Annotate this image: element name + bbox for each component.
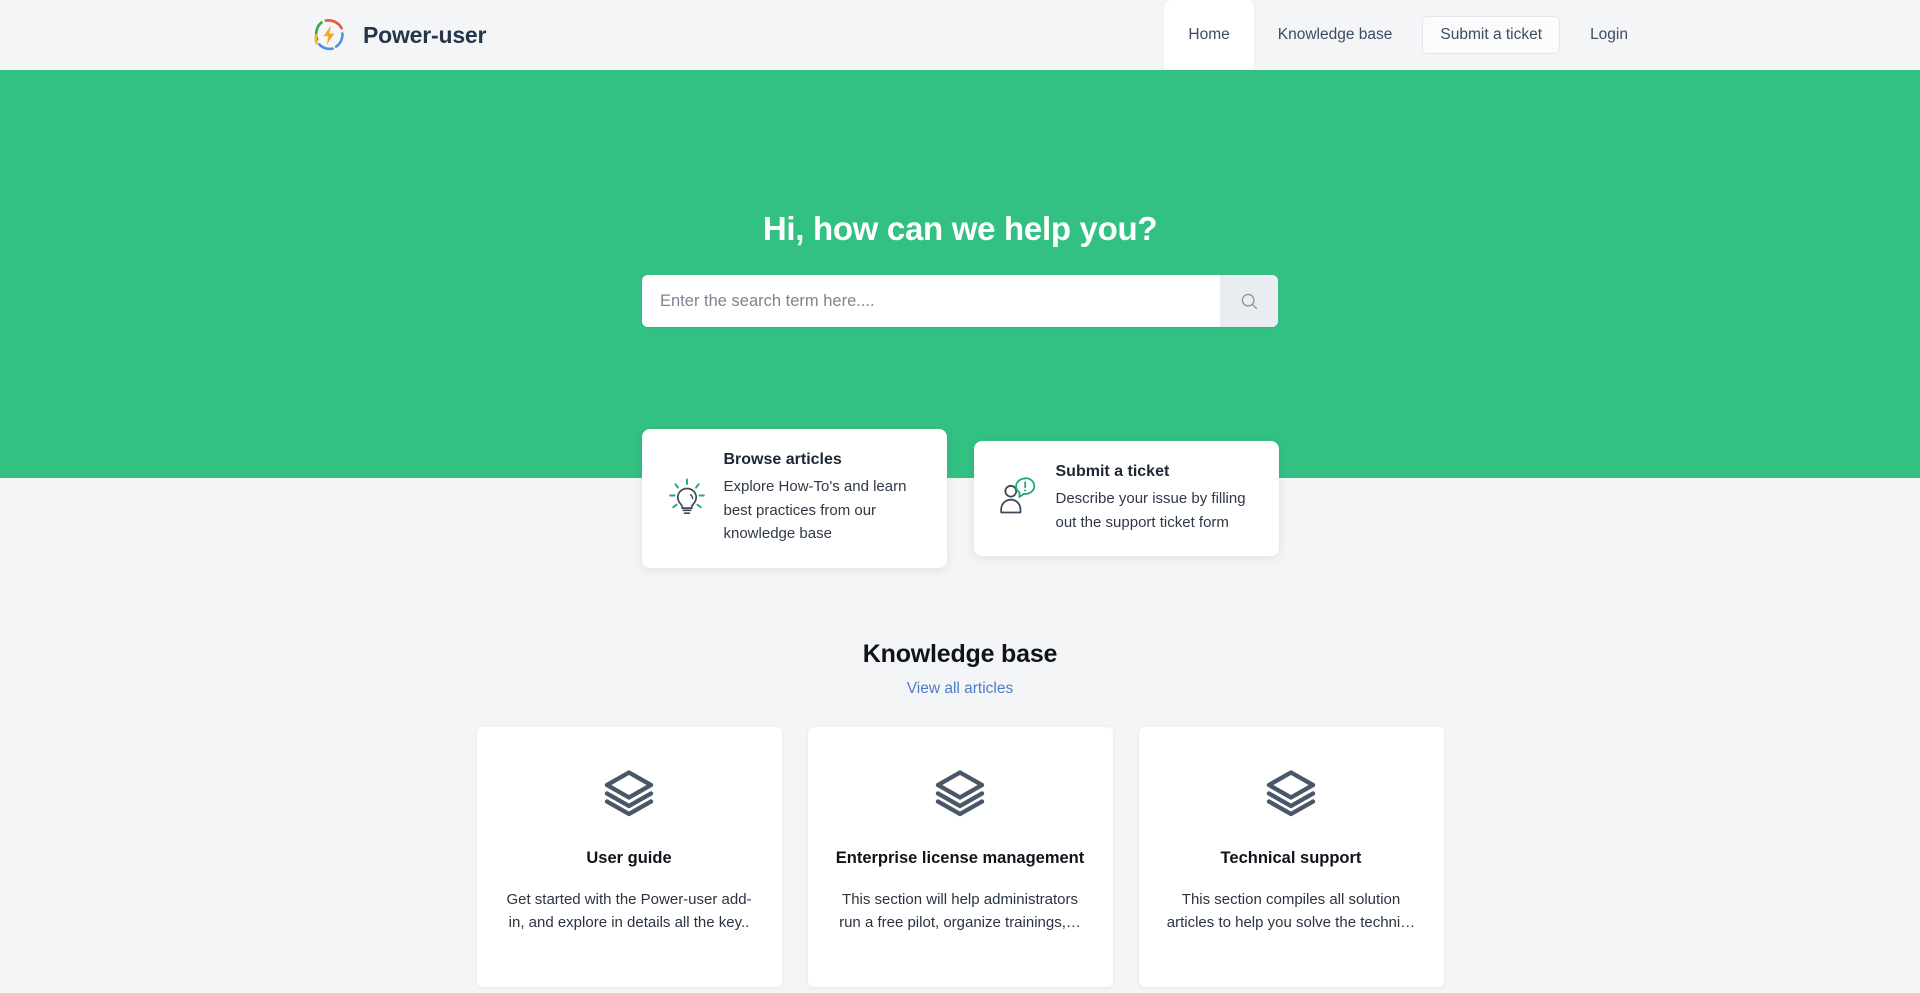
layers-icon [830, 761, 1091, 823]
action-card-title: Submit a ticket [1055, 463, 1170, 480]
nav-link-knowledge-base[interactable]: Knowledge base [1254, 0, 1417, 70]
brand-name: Power-user [363, 21, 487, 48]
user-ticket-icon [992, 472, 1046, 526]
site-header: Power-user Home Knowledge base Submit a … [0, 0, 1920, 70]
main-navigation: Home Knowledge base Submit a ticket Logi… [1164, 0, 1652, 70]
action-card-description: Explore How-To's and learn best practice… [723, 478, 907, 543]
search-input[interactable] [642, 275, 1220, 327]
knowledge-base-cards: User guide Get started with the Power-us… [0, 727, 1920, 987]
kb-card-user-guide[interactable]: User guide Get started with the Power-us… [476, 727, 782, 987]
kb-card-title: Technical support [1220, 849, 1362, 867]
nav-link-home[interactable]: Home [1164, 0, 1254, 70]
power-user-lightning-logo-icon [314, 19, 344, 51]
page-title: Hi, how can we help you? [762, 210, 1158, 247]
kb-card-description: Get started with the Power-user add-in, … [506, 891, 752, 932]
submit-a-ticket-button[interactable]: Submit a ticket [1422, 16, 1561, 54]
search-icon [1241, 293, 1257, 309]
action-card-description: Describe your issue by filling out the s… [1055, 490, 1246, 531]
search-bar [642, 275, 1278, 327]
search-button[interactable] [1220, 275, 1278, 327]
layers-icon [1161, 761, 1422, 823]
nav-link-login[interactable]: Login [1566, 0, 1652, 70]
kb-card-title: User guide [586, 849, 672, 867]
action-cards: Browse articles Explore How-To's and lea… [0, 429, 1920, 569]
layers-icon [499, 761, 760, 823]
knowledge-base-title: Knowledge base [862, 640, 1058, 668]
kb-card-technical-support[interactable]: Technical support This section compiles … [1138, 727, 1444, 987]
action-card-submit-a-ticket[interactable]: Submit a ticket Describe your issue by f… [973, 441, 1279, 557]
action-card-browse-articles[interactable]: Browse articles Explore How-To's and lea… [641, 429, 947, 569]
action-card-title: Browse articles [723, 451, 842, 468]
lightbulb-icon [660, 472, 714, 526]
kb-card-description: This section will help administrators ru… [839, 891, 1081, 932]
kb-card-title: Enterprise license management [835, 849, 1085, 867]
hero-section: Hi, how can we help you? Enter the searc… [0, 70, 1920, 569]
kb-card-enterprise-license-management[interactable]: Enterprise license management This secti… [807, 727, 1113, 987]
kb-card-description: This section compiles all solution artic… [1166, 891, 1416, 932]
view-all-articles-link[interactable]: View all articles [907, 680, 1014, 698]
brand-logo-link[interactable]: Power-user [309, 15, 486, 55]
